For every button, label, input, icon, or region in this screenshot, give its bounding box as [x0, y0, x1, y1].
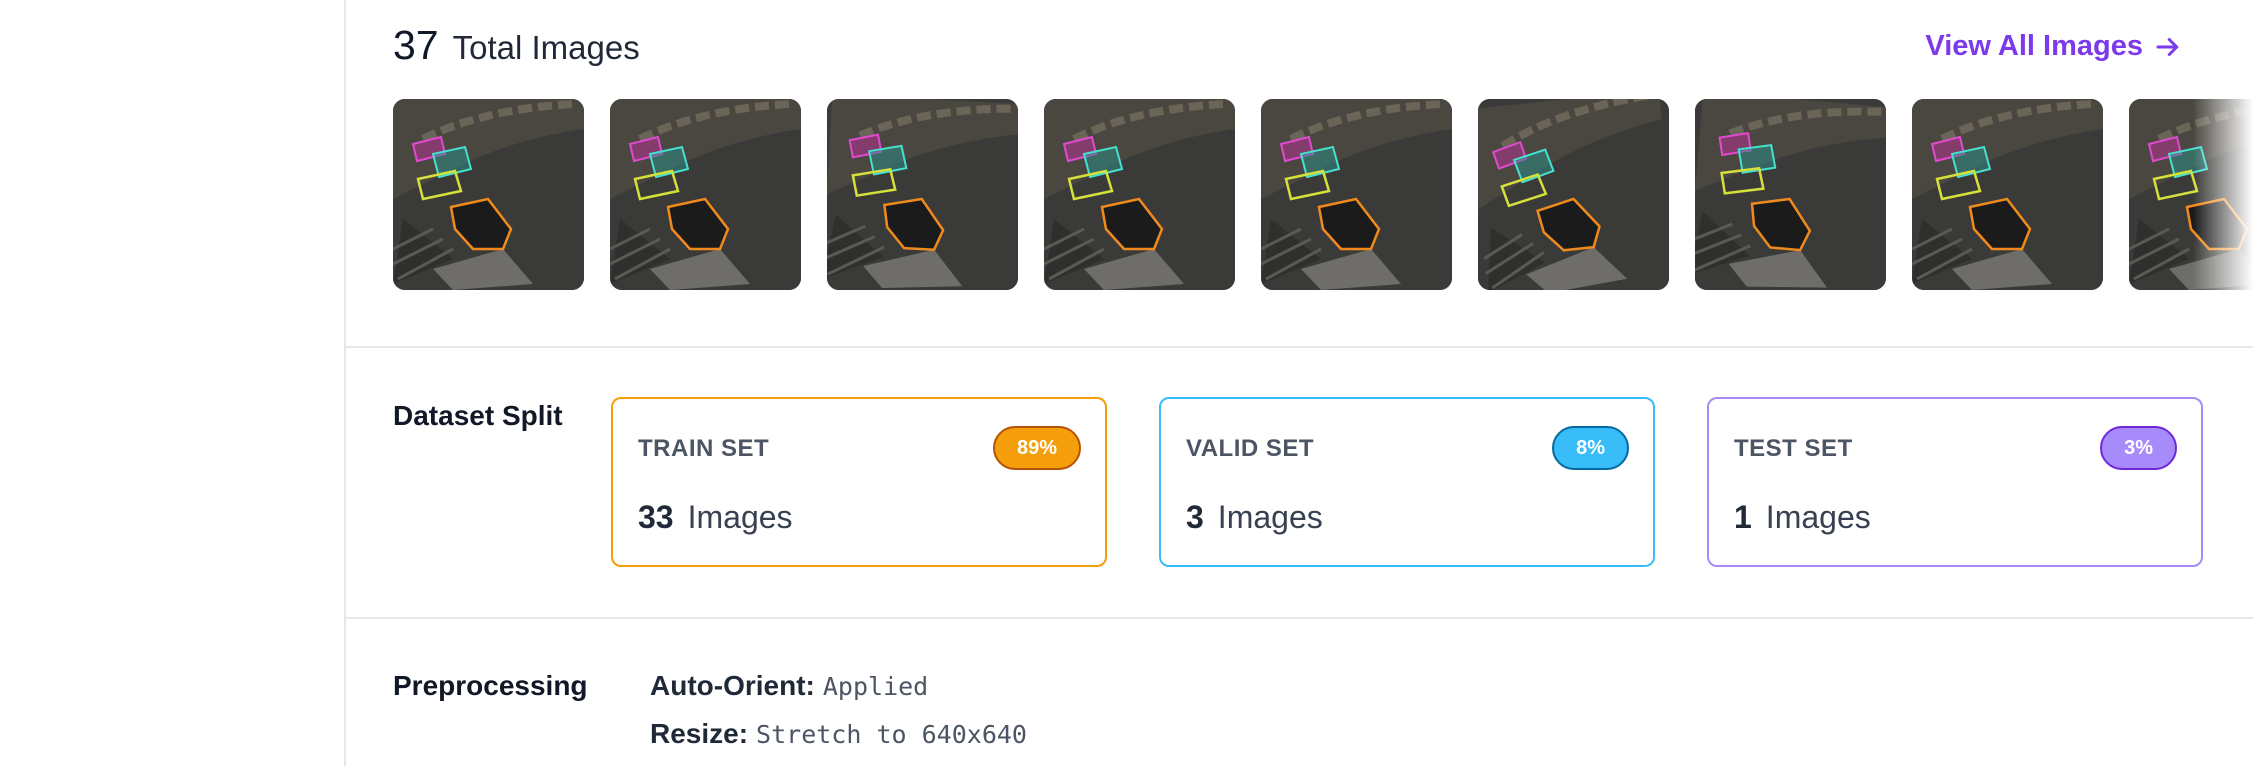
image-thumbnail-4[interactable]	[1044, 99, 1235, 290]
image-thumbnail-6[interactable]	[1478, 99, 1669, 290]
auto-orient-row: Auto-Orient: Applied	[650, 670, 928, 702]
test-image-count: 1 Images	[1734, 499, 1871, 536]
dataset-split-title: Dataset Split	[393, 400, 563, 431]
test-set-label: TEST SET	[1734, 435, 1853, 462]
valid-count-value: 3	[1186, 499, 1204, 535]
view-all-images-link[interactable]: View All Images	[1925, 30, 2183, 63]
resize-row: Resize: Stretch to 640x640	[650, 718, 1027, 750]
dataset-overview: 37 Total Images View All Images Dataset …	[346, 0, 2253, 766]
valid-percent-badge: 8%	[1552, 426, 1629, 470]
image-thumbnail-8[interactable]	[1912, 99, 2103, 290]
valid-set-card[interactable]: VALID SET 8% 3 Images	[1159, 397, 1655, 567]
valid-set-label: VALID SET	[1186, 435, 1315, 462]
image-thumbnail-3[interactable]	[827, 99, 1018, 290]
total-images-label: Total Images	[452, 29, 640, 66]
left-sidebar-area	[0, 0, 346, 766]
view-all-images-label: View All Images	[1925, 30, 2143, 62]
image-thumbnail-strip	[393, 99, 2253, 291]
train-set-card[interactable]: TRAIN SET 89% 33 Images	[611, 397, 1107, 567]
test-count-unit: Images	[1765, 499, 1871, 535]
train-count-unit: Images	[687, 499, 793, 535]
auto-orient-label: Auto-Orient:	[650, 670, 815, 701]
resize-value: Stretch to 640x640	[756, 720, 1027, 749]
image-thumbnail-7[interactable]	[1695, 99, 1886, 290]
images-summary: 37 Total Images	[393, 22, 640, 69]
total-images-count: 37	[393, 22, 439, 68]
arrow-right-icon	[2156, 37, 2179, 56]
image-thumbnail-2[interactable]	[610, 99, 801, 290]
valid-count-unit: Images	[1217, 499, 1323, 535]
train-count-value: 33	[638, 499, 674, 535]
section-divider	[346, 346, 2253, 348]
valid-image-count: 3 Images	[1186, 499, 1323, 536]
preprocessing-title: Preprocessing	[393, 670, 588, 701]
image-thumbnail-5[interactable]	[1261, 99, 1452, 290]
image-thumbnail-9[interactable]	[2129, 99, 2253, 290]
image-thumbnail-1[interactable]	[393, 99, 584, 290]
resize-label: Resize:	[650, 718, 749, 749]
auto-orient-value: Applied	[822, 672, 929, 701]
test-set-card[interactable]: TEST SET 3% 1 Images	[1707, 397, 2203, 567]
test-percent-badge: 3%	[2100, 426, 2177, 470]
train-image-count: 33 Images	[638, 499, 793, 536]
section-divider	[346, 617, 2253, 619]
test-count-value: 1	[1734, 499, 1752, 535]
train-percent-badge: 89%	[992, 426, 1081, 470]
train-set-label: TRAIN SET	[638, 435, 770, 462]
